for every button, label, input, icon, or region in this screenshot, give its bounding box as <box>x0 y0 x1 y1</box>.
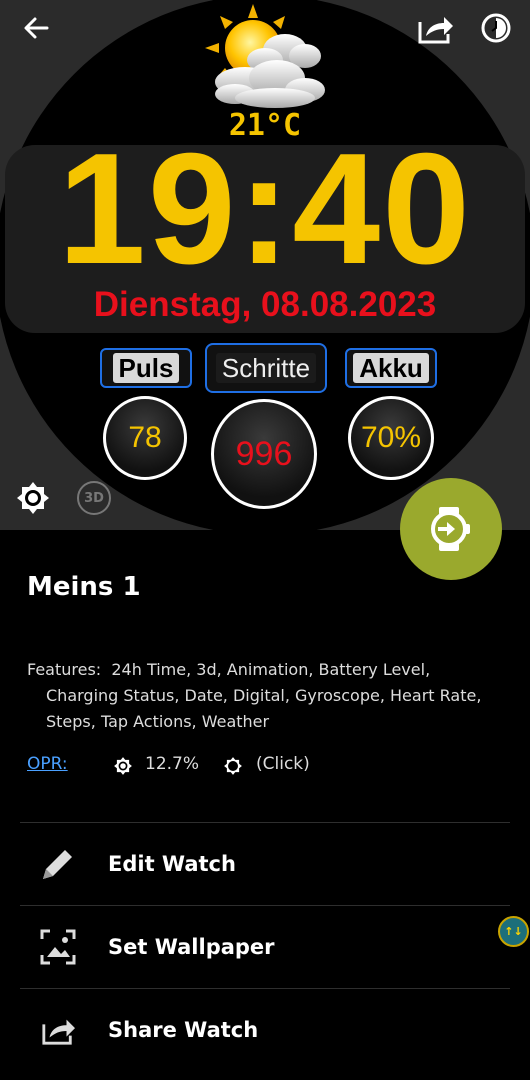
floating-assist-icon: ↑↓ <box>504 925 523 938</box>
battery-value: 70% <box>360 421 422 454</box>
opr-brightness-icon <box>114 757 132 775</box>
edit-watch-label: Edit Watch <box>108 852 236 876</box>
pulse-label: Puls <box>112 353 180 383</box>
wallpaper-icon <box>40 929 76 965</box>
back-arrow-icon <box>24 17 49 39</box>
date-display: Dienstag, 08.08.2023 <box>93 285 437 324</box>
set-wallpaper-button[interactable]: Set Wallpaper <box>20 906 510 988</box>
pulse-label-box: Puls <box>100 348 192 388</box>
3d-toggle-button[interactable]: 3D <box>72 476 116 520</box>
features-list: Features: 24h Time, 3d, Animation, Batte… <box>27 657 517 735</box>
opr-value: 12.7% <box>145 754 200 774</box>
share-watch-button[interactable]: Share Watch <box>20 989 510 1071</box>
watch-sync-icon <box>431 507 470 551</box>
pencil-icon <box>43 850 72 879</box>
opr-link[interactable]: OPR: <box>27 754 68 774</box>
watch-name: Meins 1 <box>27 572 141 602</box>
opr-click-brightness-icon[interactable] <box>223 756 243 776</box>
battery-label-box: Akku <box>345 348 437 388</box>
share-icon <box>42 1019 75 1045</box>
battery-label: Akku <box>353 353 429 383</box>
brightness-icon <box>17 482 49 514</box>
battery-gauge[interactable]: 70% <box>348 396 434 480</box>
brightness-button[interactable] <box>11 476 55 520</box>
edit-watch-button[interactable]: Edit Watch <box>20 823 510 905</box>
3d-label: 3D <box>84 490 104 506</box>
ambient-mode-button[interactable] <box>474 6 518 50</box>
set-wallpaper-label: Set Wallpaper <box>108 935 275 959</box>
steps-value: 996 <box>235 434 293 473</box>
pulse-value: 78 <box>128 421 162 454</box>
steps-label: Schritte <box>215 353 317 383</box>
steps-gauge[interactable]: 996 <box>211 399 317 509</box>
opr-click-text[interactable]: (Click) <box>256 754 310 774</box>
share-icon <box>418 17 453 44</box>
steps-label-box: Schritte <box>205 343 327 393</box>
3d-icon: 3D <box>77 481 111 515</box>
opr-row: OPR: 12.7% (Click) <box>27 754 517 780</box>
back-button[interactable] <box>14 6 58 50</box>
floating-assist-button[interactable]: ↑↓ <box>498 916 529 947</box>
pulse-gauge[interactable]: 78 <box>103 396 187 480</box>
share-watch-label: Share Watch <box>108 1018 259 1042</box>
features-line-2: Charging Status, Date, Digital, Gyroscop… <box>46 686 482 705</box>
share-top-button[interactable] <box>413 6 457 50</box>
features-label: Features: <box>27 660 102 679</box>
clock-moon-icon <box>481 13 511 43</box>
weather-sun-cloud-icon <box>205 4 325 108</box>
features-line-3: Steps, Tap Actions, Weather <box>46 712 270 731</box>
time-display: 19:40 <box>57 121 473 297</box>
install-watch-button[interactable] <box>400 478 502 580</box>
features-line-1: 24h Time, 3d, Animation, Battery Level, <box>111 660 431 679</box>
watch-preview: 21°C 19:40 Dienstag, 08.08.2023 Puls Sch… <box>0 0 530 530</box>
